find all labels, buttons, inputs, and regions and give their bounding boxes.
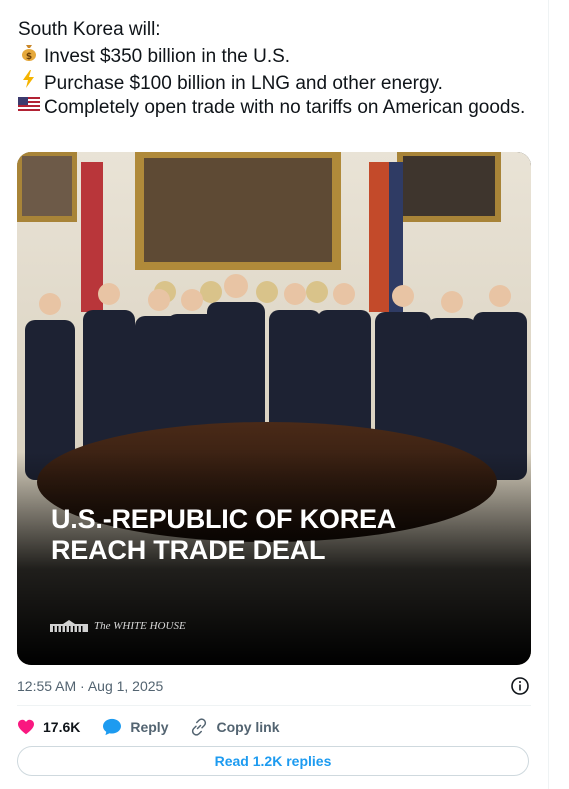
reply-label: Reply bbox=[130, 719, 169, 735]
tweet-line-lng: Purchase $100 billion in LNG and other e… bbox=[18, 69, 538, 96]
info-icon[interactable] bbox=[510, 676, 530, 696]
action-bar: 17.6K Reply Copy link bbox=[17, 716, 302, 738]
like-button[interactable]: 17.6K bbox=[17, 719, 80, 735]
link-icon bbox=[192, 718, 207, 736]
tweet-line-trade-text: Completely open trade with no tariffs on… bbox=[44, 97, 526, 118]
tweet-image[interactable]: U.S.-REPUBLIC OF KOREA REACH TRADE DEAL … bbox=[17, 152, 531, 665]
tweet-line-invest: $ Invest $350 billion in the U.S. bbox=[18, 42, 538, 69]
tweet-timestamp[interactable]: 12:55 AM · Aug 1, 2025 bbox=[17, 678, 163, 694]
white-house-logo: The WHITE HOUSE bbox=[50, 619, 186, 633]
headline-line-2: REACH TRADE DEAL bbox=[51, 535, 326, 565]
read-replies-button[interactable]: Read 1.2K replies bbox=[17, 746, 529, 776]
svg-text:$: $ bbox=[26, 52, 32, 62]
like-count: 17.6K bbox=[43, 719, 81, 735]
panel-border bbox=[548, 0, 549, 789]
money-bag-icon: $ bbox=[18, 42, 40, 69]
image-headline: U.S.-REPUBLIC OF KOREA REACH TRADE DEAL bbox=[51, 504, 511, 566]
tweet-line-intro: South Korea will: bbox=[18, 19, 161, 40]
divider bbox=[17, 705, 531, 706]
reply-bubble-icon bbox=[103, 718, 122, 736]
tweet-line-trade: Completely open trade with no tariffs on… bbox=[18, 96, 538, 120]
lightning-icon bbox=[18, 69, 40, 96]
heart-icon bbox=[18, 719, 34, 735]
reply-button[interactable]: Reply bbox=[102, 718, 168, 736]
copy-link-button[interactable]: Copy link bbox=[190, 718, 280, 736]
tweet-line-lng-text: Purchase $100 billion in LNG and other e… bbox=[44, 73, 443, 94]
us-flag-icon bbox=[18, 96, 40, 120]
tweet-line-invest-text: Invest $350 billion in the U.S. bbox=[44, 46, 291, 67]
tweet-text: South Korea will: $ Invest $350 billion … bbox=[18, 18, 538, 120]
copy-link-label: Copy link bbox=[216, 719, 280, 735]
photo-illustration bbox=[17, 152, 531, 665]
headline-line-1: U.S.-REPUBLIC OF KOREA bbox=[51, 504, 397, 534]
white-house-logo-text: The WHITE HOUSE bbox=[94, 620, 186, 632]
white-house-building-icon bbox=[50, 620, 88, 632]
